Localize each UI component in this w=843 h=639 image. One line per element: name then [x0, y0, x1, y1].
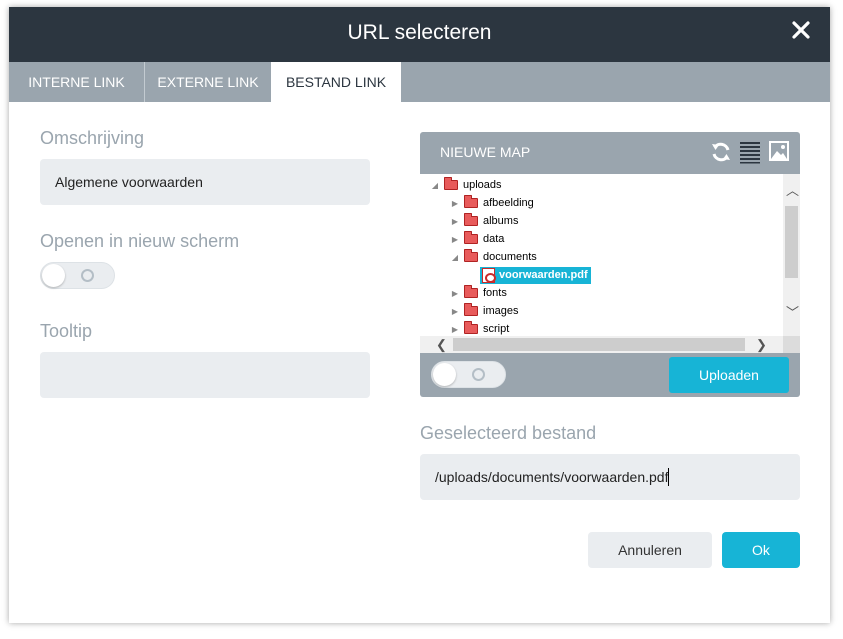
ok-button[interactable]: Ok	[722, 532, 800, 568]
tooltip-label: Tooltip	[40, 321, 93, 341]
tab-externe-link[interactable]: EXTERNE LINK	[145, 62, 271, 102]
toggle-off-indicator	[81, 269, 94, 282]
selected-file-label: Geselecteerd bestand	[420, 423, 597, 443]
toggle-off-indicator	[472, 368, 485, 381]
folder-label: albums	[483, 215, 519, 227]
folder-tree: ◢ uploads ▶ afbeelding ▶ albums ▶ data ◢	[420, 174, 783, 336]
collapse-arrow-icon[interactable]: ◢	[450, 253, 460, 262]
expand-arrow-icon[interactable]: ▶	[450, 217, 460, 226]
vertical-scroll-thumb[interactable]	[785, 206, 798, 278]
tree-node-data[interactable]: ▶ data	[450, 230, 504, 248]
tree-node-uploads[interactable]: ◢ uploads	[430, 176, 502, 194]
scroll-up-icon[interactable]: ︿	[786, 184, 799, 197]
expand-arrow-icon[interactable]: ▶	[450, 235, 460, 244]
tab-bar: INTERNE LINK EXTERNE LINK BESTAND LINK	[9, 62, 830, 102]
folder-label: images	[483, 305, 519, 317]
refresh-icon[interactable]	[709, 140, 733, 164]
folder-icon	[464, 321, 478, 334]
vertical-scrollbar[interactable]: ︿ ﹀	[783, 174, 800, 336]
file-label: voorwaarden.pdf	[499, 269, 588, 281]
toggle-knob	[433, 363, 456, 386]
scrollbar-corner	[783, 336, 800, 353]
tree-node-afbeelding[interactable]: ▶ afbeelding	[450, 194, 534, 212]
tree-node-documents[interactable]: ◢ documents	[450, 248, 537, 266]
scroll-left-icon[interactable]: ❮	[436, 338, 447, 351]
folder-icon	[464, 303, 478, 316]
new-window-toggle[interactable]	[40, 262, 115, 289]
folder-label: uploads	[463, 179, 502, 191]
description-field[interactable]: Algemene voorwaarden	[40, 159, 370, 205]
tree-node-fonts[interactable]: ▶ fonts	[450, 284, 507, 302]
text-cursor	[668, 468, 670, 486]
browser-toggle[interactable]	[431, 361, 506, 388]
expand-arrow-icon[interactable]: ▶	[450, 325, 460, 334]
tree-node-script[interactable]: ▶ script	[450, 320, 509, 336]
horizontal-scroll-thumb[interactable]	[453, 338, 745, 351]
folder-icon	[464, 231, 478, 244]
folder-label: script	[483, 323, 510, 335]
selected-file-path: /uploads/documents/voorwaarden.pdf	[435, 469, 669, 485]
url-select-dialog: URL selecteren INTERNE LINK EXTERNE LINK…	[9, 7, 830, 623]
expand-arrow-icon[interactable]: ▶	[450, 307, 460, 316]
new-window-label: Openen in nieuw scherm	[40, 231, 240, 251]
folder-icon	[464, 249, 478, 262]
image-view-icon[interactable]	[768, 140, 790, 162]
dialog-titlebar: URL selecteren	[9, 7, 830, 62]
scroll-right-icon[interactable]: ❯	[756, 338, 767, 351]
close-icon[interactable]	[792, 21, 810, 39]
toggle-knob	[42, 264, 65, 287]
collapse-arrow-icon[interactable]: ◢	[430, 181, 440, 190]
tooltip-field[interactable]	[40, 352, 370, 398]
folder-icon	[464, 285, 478, 298]
horizontal-scrollbar[interactable]: ❮ ❯	[420, 336, 783, 353]
folder-label: data	[483, 233, 505, 245]
tree-node-albums[interactable]: ▶ albums	[450, 212, 518, 230]
folder-label: afbeelding	[483, 197, 534, 209]
list-view-icon[interactable]	[739, 140, 761, 164]
cancel-button[interactable]: Annuleren	[588, 532, 712, 568]
expand-arrow-icon[interactable]: ▶	[450, 199, 460, 208]
tab-bestand-link[interactable]: BESTAND LINK	[271, 62, 401, 102]
scroll-down-icon[interactable]: ﹀	[786, 306, 799, 319]
dialog-title: URL selecteren	[347, 21, 492, 44]
selected-file-field[interactable]: /uploads/documents/voorwaarden.pdf	[420, 454, 800, 500]
expand-arrow-icon[interactable]: ▶	[450, 289, 460, 298]
selected-file-highlight: voorwaarden.pdf	[480, 266, 591, 284]
tree-file-selected[interactable]: voorwaarden.pdf	[480, 266, 591, 284]
folder-icon	[444, 177, 458, 190]
pdf-file-icon	[482, 267, 496, 283]
upload-button[interactable]: Uploaden	[669, 357, 789, 393]
tree-node-images[interactable]: ▶ images	[450, 302, 518, 320]
folder-icon	[464, 213, 478, 226]
description-label: Omschrijving	[40, 128, 145, 148]
folder-icon	[464, 195, 478, 208]
new-folder-button[interactable]: NIEUWE MAP	[440, 144, 530, 160]
folder-label: fonts	[483, 287, 507, 299]
folder-label: documents	[483, 251, 537, 263]
tab-interne-link[interactable]: INTERNE LINK	[9, 62, 145, 102]
